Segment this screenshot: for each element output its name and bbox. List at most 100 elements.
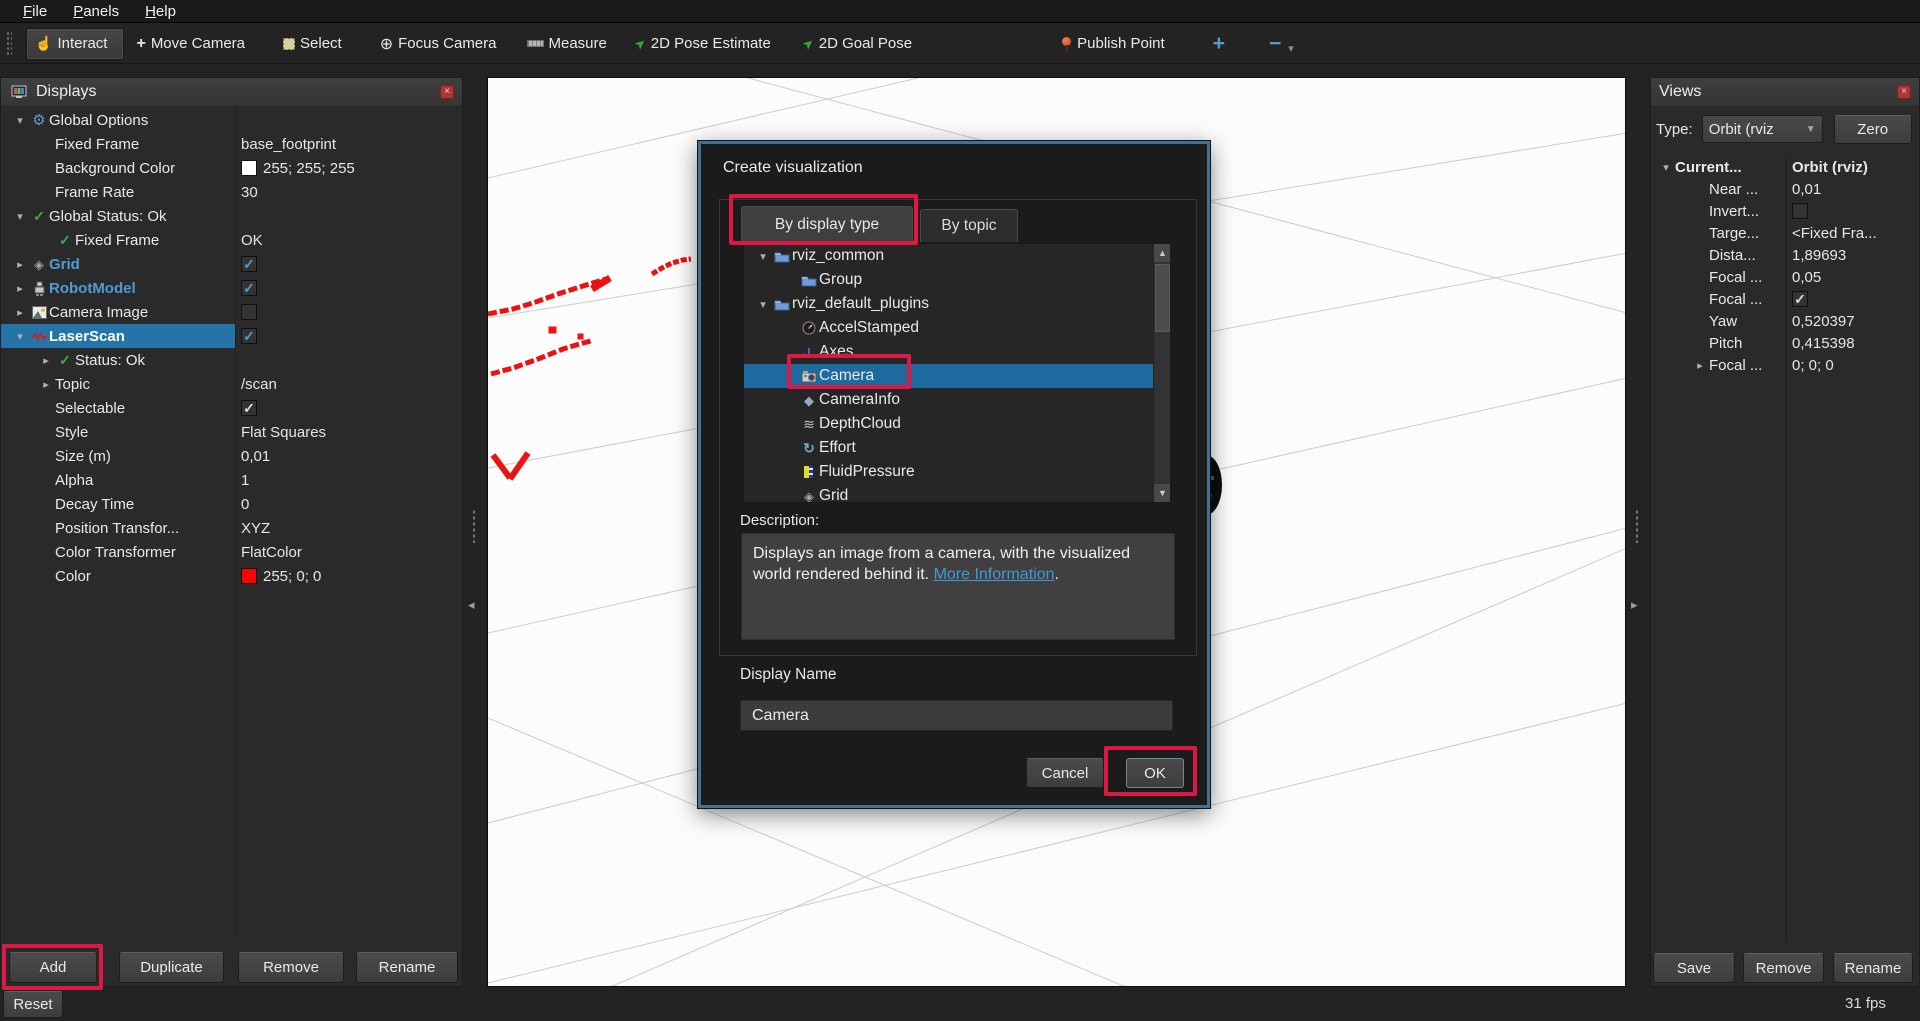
tree-row[interactable]: ▾✓Global Status: Ok <box>1 204 462 228</box>
tree-value[interactable] <box>235 300 462 324</box>
tree-row[interactable]: Pitch0,415398 <box>1651 332 1919 354</box>
checkbox[interactable] <box>241 304 257 320</box>
tree-row[interactable]: ▸✓Status: Ok <box>1 348 462 372</box>
expander-down-icon[interactable]: ▾ <box>1657 161 1675 174</box>
checkbox[interactable]: ✓ <box>241 256 257 272</box>
tree-row[interactable]: ▸Focal ...0; 0; 0 <box>1651 354 1919 376</box>
tree-row[interactable]: ▸Topic/scan <box>1 372 462 396</box>
tree-value[interactable] <box>235 348 462 372</box>
tree-row[interactable]: Size (m)0,01 <box>1 444 462 468</box>
list-item[interactable]: ≋DepthCloud <box>744 412 1155 436</box>
displays-panel-titlebar[interactable]: Displays × <box>1 78 462 107</box>
menu-panels[interactable]: Panels <box>60 3 132 20</box>
tree-row[interactable]: Alpha1 <box>1 468 462 492</box>
tree-value[interactable]: 255; 0; 0 <box>235 564 462 588</box>
list-item-selected[interactable]: Camera <box>744 364 1155 388</box>
tree-row[interactable]: ▾⚙Global Options <box>1 108 462 132</box>
expander-right-icon[interactable]: ▸ <box>11 306 29 319</box>
checkbox[interactable] <box>1792 203 1808 219</box>
expander-down-icon[interactable]: ▾ <box>754 250 772 263</box>
remove-view-button[interactable]: Remove <box>1743 953 1824 983</box>
tool-move-camera[interactable]: + Move Camera <box>136 35 245 53</box>
tree-row[interactable]: Color TransformerFlatColor <box>1 540 462 564</box>
tree-row[interactable]: Invert... <box>1651 200 1919 222</box>
tree-row[interactable]: ▸RobotModel✓ <box>1 276 462 300</box>
display-name-input[interactable] <box>740 700 1173 731</box>
tree-row[interactable]: Dista...1,89693 <box>1651 244 1919 266</box>
more-information-link[interactable]: More Information <box>934 566 1055 583</box>
ok-button[interactable]: OK <box>1126 758 1184 788</box>
expander-right-icon[interactable]: ▸ <box>11 282 29 295</box>
tree-value[interactable]: 0,415398 <box>1786 332 1919 354</box>
list-item[interactable]: FluidPressure <box>744 460 1155 484</box>
close-icon[interactable]: × <box>1897 85 1911 99</box>
list-item[interactable]: ◈Grid <box>744 484 1155 503</box>
tree-value[interactable] <box>235 204 462 228</box>
tree-row[interactable]: Color255; 0; 0 <box>1 564 462 588</box>
tree-row[interactable]: ▾Current...Orbit (rviz) <box>1651 156 1919 178</box>
checkbox[interactable]: ✓ <box>1792 291 1808 307</box>
duplicate-display-button[interactable]: Duplicate <box>119 952 224 983</box>
views-panel-titlebar[interactable]: Views × <box>1651 78 1919 107</box>
tree-value[interactable]: 0; 0; 0 <box>1786 354 1919 376</box>
tree-value[interactable]: ✓ <box>235 324 462 348</box>
tree-value[interactable] <box>235 108 462 132</box>
tree-row[interactable]: Focal ...✓ <box>1651 288 1919 310</box>
left-splitter[interactable]: ◂ <box>463 77 487 987</box>
rename-display-button[interactable]: Rename <box>356 952 458 983</box>
zero-button[interactable]: Zero <box>1834 115 1912 144</box>
list-item[interactable]: ▾rviz_default_plugins <box>744 292 1155 316</box>
menu-help[interactable]: Help <box>132 3 189 20</box>
list-item[interactable]: Axes <box>744 340 1155 364</box>
tree-row[interactable]: Background Color255; 255; 255 <box>1 156 462 180</box>
expander-right-icon[interactable]: ▸ <box>1691 359 1709 372</box>
tool-select[interactable]: Select <box>283 35 342 52</box>
tree-value[interactable]: 1,89693 <box>1786 244 1919 266</box>
tree-value[interactable]: base_footprint <box>235 132 462 156</box>
tree-value[interactable]: 1 <box>235 468 462 492</box>
tab-by-display-type[interactable]: By display type <box>741 206 913 242</box>
collapse-left-icon[interactable]: ◂ <box>468 597 475 613</box>
tree-value[interactable]: ✓ <box>235 276 462 300</box>
tree-row[interactable]: Position Transfor...XYZ <box>1 516 462 540</box>
tree-value[interactable]: Orbit (rviz) <box>1786 156 1919 178</box>
remove-display-button[interactable]: Remove <box>238 952 344 983</box>
scroll-down-icon[interactable]: ▼ <box>1154 484 1171 502</box>
expander-down-icon[interactable]: ▾ <box>754 298 772 311</box>
expander-down-icon[interactable]: ▾ <box>11 330 29 343</box>
tree-value[interactable]: 255; 255; 255 <box>235 156 462 180</box>
tree-row[interactable]: Fixed Framebase_footprint <box>1 132 462 156</box>
chevron-down-icon[interactable]: ▾ <box>1288 42 1294 55</box>
tree-row[interactable]: Selectable✓ <box>1 396 462 420</box>
tree-value[interactable] <box>1786 200 1919 222</box>
checkbox[interactable]: ✓ <box>241 328 257 344</box>
add-display-button[interactable]: Add <box>9 952 97 983</box>
tree-value[interactable]: ✓ <box>1786 288 1919 310</box>
expander-right-icon[interactable]: ▸ <box>11 258 29 271</box>
tool-2d-pose-estimate[interactable]: ➤ 2D Pose Estimate <box>635 35 771 52</box>
expander-down-icon[interactable]: ▾ <box>11 210 29 223</box>
tree-row[interactable]: ▸Camera Image <box>1 300 462 324</box>
scrollbar[interactable]: ▲ ▼ <box>1153 244 1170 502</box>
right-splitter[interactable]: ▸ <box>1626 77 1650 987</box>
tree-row[interactable]: Near ...0,01 <box>1651 178 1919 200</box>
tree-value[interactable]: 0,01 <box>1786 178 1919 200</box>
tree-value[interactable]: FlatColor <box>235 540 462 564</box>
list-item[interactable]: ↻Effort <box>744 436 1155 460</box>
list-item[interactable]: AccelStamped <box>744 316 1155 340</box>
tool-publish-point[interactable]: Publish Point <box>1062 35 1165 52</box>
color-swatch[interactable] <box>241 568 257 584</box>
tree-value[interactable]: <Fixed Fra... <box>1786 222 1919 244</box>
tree-value[interactable]: 0,520397 <box>1786 310 1919 332</box>
toolbar-drag-handle[interactable] <box>6 31 12 57</box>
tool-focus-camera[interactable]: ⊕ Focus Camera <box>380 34 497 54</box>
save-view-button[interactable]: Save <box>1653 953 1735 983</box>
tree-row[interactable]: ▸◈Grid✓ <box>1 252 462 276</box>
close-icon[interactable]: × <box>440 85 454 99</box>
tree-value[interactable]: ✓ <box>235 252 462 276</box>
tree-row[interactable]: StyleFlat Squares <box>1 420 462 444</box>
tree-value[interactable]: OK <box>235 228 462 252</box>
menu-file[interactable]: File <box>10 3 60 20</box>
rename-view-button[interactable]: Rename <box>1833 953 1913 983</box>
tree-row[interactable]: Decay Time0 <box>1 492 462 516</box>
